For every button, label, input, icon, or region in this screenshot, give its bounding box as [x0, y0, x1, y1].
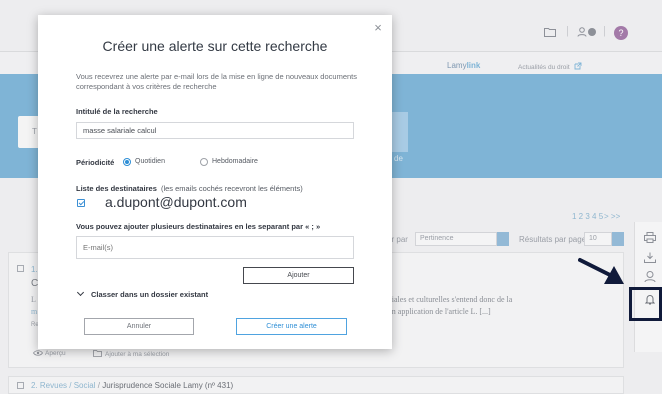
result-2-heading[interactable]: 2. Revues / Social / Jurisprudence Socia… — [31, 381, 233, 390]
radio-weekly[interactable] — [200, 158, 208, 166]
create-alert-button[interactable]: Créer une alerte — [236, 318, 347, 335]
add-email-button[interactable]: Ajouter — [243, 267, 354, 284]
lamylink-suffix: link — [466, 61, 481, 70]
separator: | — [603, 25, 606, 37]
result-2-breadcrumb: Revues / Social — [39, 381, 96, 390]
folder-toggle[interactable]: Classer dans un dossier existant — [91, 290, 208, 299]
external-link-icon — [575, 62, 582, 70]
search-box-text: T — [32, 127, 37, 136]
add-recipients-label: Vous pouvez ajouter plusieurs destinatai… — [76, 222, 321, 231]
pagination[interactable]: 1 2 3 4 5 — [572, 212, 603, 221]
modal-intro: Vous recevrez une alerte par e-mail lors… — [76, 72, 357, 91]
news-link[interactable]: Actualités du droit — [518, 62, 582, 71]
per-page-label: Résultats par page — [519, 235, 587, 244]
folder-add-icon — [93, 350, 102, 357]
result-2-title: Jurisprudence Sociale Lamy (nº 431) — [102, 381, 234, 390]
separator: | — [566, 25, 569, 37]
result-checkbox[interactable] — [17, 265, 24, 272]
radio-daily-label: Quotidien — [135, 158, 165, 165]
per-page-select[interactable]: 10 — [584, 232, 612, 246]
result-2-checkbox[interactable] — [17, 382, 24, 389]
banner-side-text: de — [394, 154, 403, 163]
person-search-icon[interactable] — [644, 271, 656, 285]
download-icon[interactable] — [644, 252, 656, 266]
radio-daily[interactable] — [123, 158, 131, 166]
sort-select-value: Pertinence — [420, 235, 454, 242]
create-alert-modal: × Créer une alerte sur cette recherche V… — [38, 15, 392, 349]
close-icon[interactable]: × — [372, 21, 384, 34]
sort-select-arrow[interactable] — [497, 232, 509, 246]
news-link-label: Actualités du droit — [518, 64, 570, 71]
result-fragment-m: m — [31, 307, 38, 316]
modal-title: Créer une alerte sur cette recherche — [102, 38, 328, 54]
bell-highlight-box — [629, 287, 662, 321]
result-number[interactable]: 1. — [31, 265, 38, 274]
search-name-label: Intitulé de la recherche — [76, 107, 158, 116]
result-2-separator: / — [97, 381, 100, 390]
periodicity-label: Périodicité — [76, 158, 115, 167]
add-selection-label: Ajouter à ma sélection — [105, 351, 170, 358]
search-name-input[interactable] — [76, 122, 354, 139]
recipient-email: a.dupont@dupont.com — [105, 194, 247, 210]
recipients-hint: (les emails cochés recevront les élément… — [160, 184, 303, 193]
eye-icon — [33, 350, 43, 356]
preview-label: Aperçu — [45, 350, 66, 357]
recipients-title: Liste des destinataires — [76, 184, 157, 193]
folder-icon[interactable] — [544, 27, 556, 40]
sort-select[interactable]: Pertinence — [415, 232, 497, 246]
add-selection-link[interactable]: Ajouter à ma sélection — [93, 350, 169, 358]
per-page-value: 10 — [589, 235, 597, 242]
chevron-down-icon[interactable] — [76, 288, 85, 297]
preview-link[interactable]: Aperçu — [33, 350, 66, 357]
print-icon[interactable] — [644, 232, 656, 246]
cancel-button[interactable]: Annuler — [84, 318, 194, 335]
result-fragment-l: L — [31, 295, 36, 304]
lamylink-prefix: Lamy — [447, 61, 467, 70]
result-card-2: 2. Revues / Social / Jurisprudence Socia… — [8, 376, 624, 394]
per-page-arrow[interactable] — [612, 232, 624, 246]
recipient-checkbox[interactable] — [77, 199, 85, 207]
recipients-label: Liste des destinataires (les emails coch… — [76, 184, 303, 193]
email-field[interactable] — [76, 236, 354, 259]
radio-weekly-label: Hebdomadaire — [212, 158, 258, 165]
lamylink-link[interactable]: Lamylink — [447, 61, 480, 70]
pointer-arrow-icon — [578, 258, 624, 284]
help-icon[interactable]: ? — [614, 26, 628, 40]
user-icon[interactable] — [577, 27, 597, 40]
pagination-next[interactable]: > >> — [604, 212, 620, 221]
result-2-number: 2. — [31, 381, 38, 390]
